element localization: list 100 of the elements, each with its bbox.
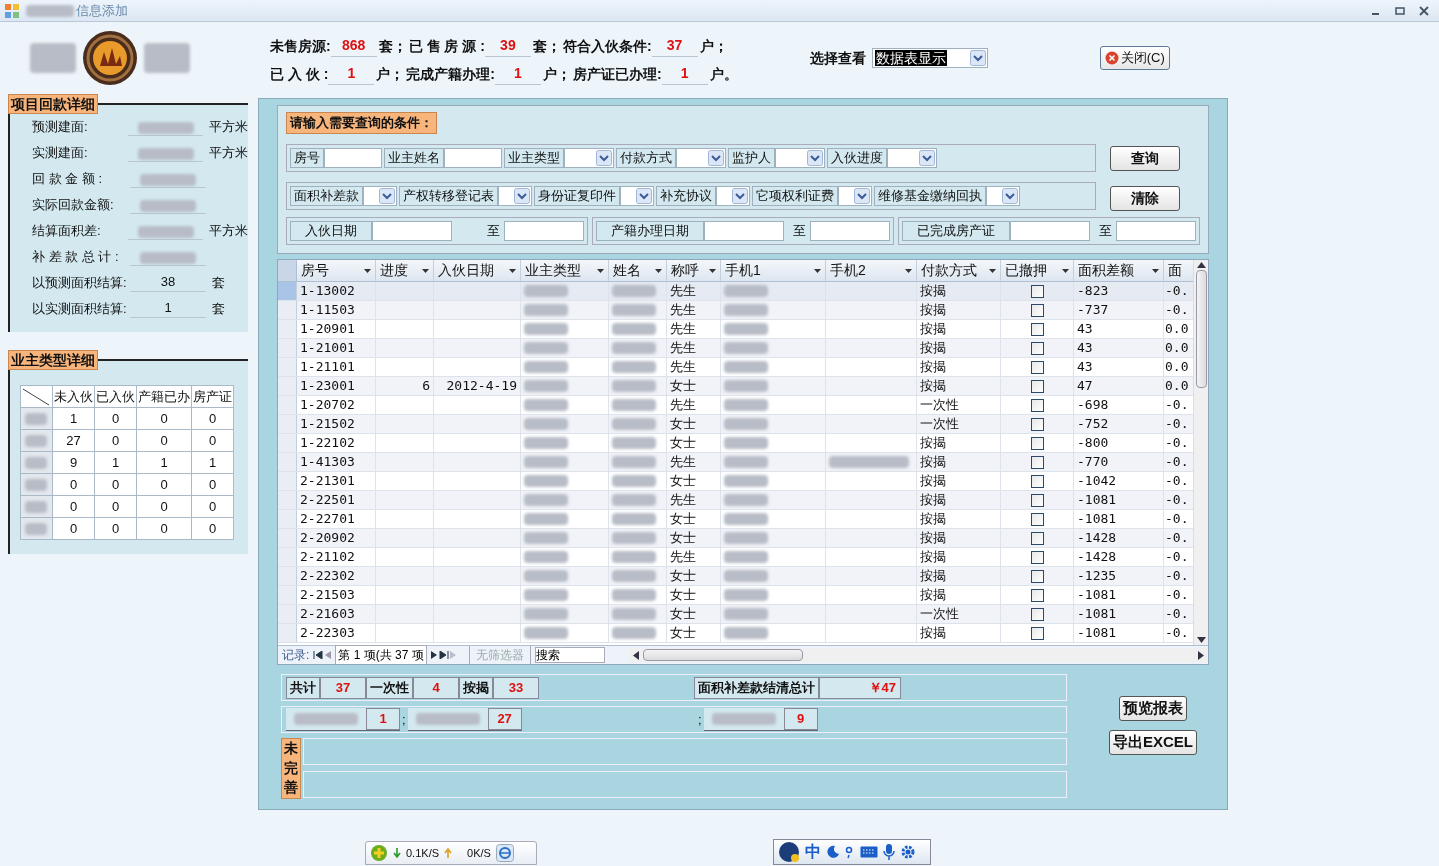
table-row[interactable]: 2-20902 女士 按揭 -1428 -0. [278,529,1193,548]
date-input-field[interactable] [1010,221,1090,241]
restore-icon[interactable] [1395,5,1405,16]
checkbox[interactable] [1030,436,1044,450]
date-input-field[interactable] [504,221,584,241]
checkbox[interactable] [1030,531,1044,545]
date-input-field[interactable] [810,221,890,241]
notes-field[interactable] [303,771,1067,798]
action-button[interactable]: 清除 [1110,186,1180,211]
checkbox[interactable] [1030,360,1044,374]
checkbox[interactable] [1030,588,1044,602]
ime-logo-icon[interactable] [778,841,800,863]
dropdown-field[interactable] [986,186,1020,206]
checkbox[interactable] [1030,398,1044,412]
table-row[interactable]: 2-21603 女士 一次性 -1081 -0. [278,605,1193,624]
column-header[interactable]: 面积差额 [1074,260,1164,281]
horizontal-scrollbar[interactable] [628,648,1208,662]
plus-circle-icon[interactable] [370,844,388,862]
checkbox[interactable] [1030,607,1044,621]
view-dropdown[interactable]: 数据表显示 [871,48,988,68]
table-row[interactable]: 2-22303 女士 按揭 -1081 -0. [278,624,1193,643]
last-record-icon[interactable] [438,651,449,659]
checkbox[interactable] [1030,284,1044,298]
notes-field[interactable] [303,738,1067,765]
table-row[interactable]: 1-20901 先生 按揭 43 0.0 [278,320,1193,339]
table-row[interactable]: 1-21001 先生 按揭 43 0.0 [278,339,1193,358]
scroll-up-icon[interactable] [1196,262,1206,268]
date-input-field[interactable] [1116,221,1196,241]
checkbox[interactable] [1030,550,1044,564]
input-field[interactable] [444,148,502,168]
column-header[interactable]: 进度 [376,260,434,281]
column-header[interactable]: 业主类型 [521,260,609,281]
table-row[interactable]: 2-22302 女士 按揭 -1235 -0. [278,567,1193,586]
checkbox[interactable] [1030,455,1044,469]
dropdown-field[interactable] [620,186,654,206]
table-row[interactable]: 2-21102 先生 按揭 -1428 -0. [278,548,1193,567]
table-row[interactable]: 1-23001 6 2012-4-19 女士 按揭 47 0.0 [278,377,1193,396]
table-row[interactable]: 1-20702 先生 一次性 -698 -0. [278,396,1193,415]
dropdown-field[interactable] [363,186,397,206]
close-icon[interactable] [1419,5,1429,16]
search-field[interactable]: 搜索 [534,647,605,663]
checkbox[interactable] [1030,417,1044,431]
column-header[interactable]: 手机2 [826,260,917,281]
action-button[interactable]: 查询 [1110,146,1180,171]
checkbox[interactable] [1030,569,1044,583]
table-row[interactable]: 2-21301 女士 按揭 -1042 -0. [278,472,1193,491]
table-row[interactable]: 2-21503 女士 按揭 -1081 -0. [278,586,1193,605]
next-record-icon[interactable] [428,651,439,659]
checkbox[interactable] [1030,493,1044,507]
count-value: 33 [493,676,539,699]
table-row[interactable]: 1-41303 先生 按揭 -770 -0. [278,453,1193,472]
scroll-thumb[interactable] [1195,270,1207,388]
action-button[interactable]: 导出EXCEL [1109,730,1197,755]
column-header[interactable]: 手机1 [721,260,826,281]
punctuation-icon[interactable] [845,845,855,859]
scroll-down-icon[interactable] [1196,637,1206,643]
table-row[interactable]: 1-11503 先生 按揭 -737 -0. [278,301,1193,320]
column-header[interactable]: 已撤押 [1001,260,1074,281]
moon-icon[interactable] [826,845,840,859]
column-header[interactable]: 姓名 [609,260,667,281]
column-header[interactable]: 房号 [297,260,376,281]
browser-e-icon[interactable] [495,844,514,862]
dropdown-field[interactable] [775,148,825,168]
close-button[interactable]: 关闭(C) [1099,46,1170,70]
table-row[interactable]: 1-21502 女士 一次性 -752 -0. [278,415,1193,434]
checkbox[interactable] [1030,512,1044,526]
dropdown-field[interactable] [564,148,614,168]
date-input-field[interactable] [704,221,784,241]
scroll-thumb[interactable] [642,649,803,661]
checkbox[interactable] [1030,626,1044,640]
first-record-icon[interactable] [313,651,324,659]
dropdown-field[interactable] [887,148,937,168]
table-row[interactable]: 2-22501 先生 按揭 -1081 -0. [278,491,1193,510]
vertical-scrollbar[interactable] [1193,260,1208,645]
scroll-left-icon[interactable] [632,650,639,660]
action-button[interactable]: 预览报表 [1119,696,1187,721]
settings-icon[interactable] [900,844,916,860]
checkbox[interactable] [1030,303,1044,317]
record-position-field[interactable]: 第 1 项(共 37 项 [335,645,427,664]
dropdown-field[interactable] [838,186,872,206]
checkbox[interactable] [1030,474,1044,488]
table-row[interactable]: 1-21101 先生 按揭 43 0.0 [278,358,1193,377]
checkbox[interactable] [1030,379,1044,393]
column-header[interactable]: 称呼 [667,260,721,281]
scroll-right-icon[interactable] [1198,650,1204,660]
keyboard-icon[interactable] [860,846,878,858]
microphone-icon[interactable] [883,844,895,860]
column-header[interactable]: 付款方式 [917,260,1001,281]
column-header[interactable]: 入伙日期 [434,260,521,281]
dropdown-field[interactable] [498,186,532,206]
table-row[interactable]: 1-13002 先生 按揭 -823 -0. [278,282,1193,301]
date-input-field[interactable] [372,221,452,241]
input-mode-toggle[interactable]: 中 [805,840,821,864]
table-row[interactable]: 1-22102 女士 按揭 -800 -0. [278,434,1193,453]
dropdown-field[interactable] [716,186,750,206]
checkbox[interactable] [1030,322,1044,336]
dropdown-field[interactable] [676,148,726,168]
table-row[interactable]: 2-22701 女士 按揭 -1081 -0. [278,510,1193,529]
checkbox[interactable] [1030,341,1044,355]
input-field[interactable] [324,148,382,168]
